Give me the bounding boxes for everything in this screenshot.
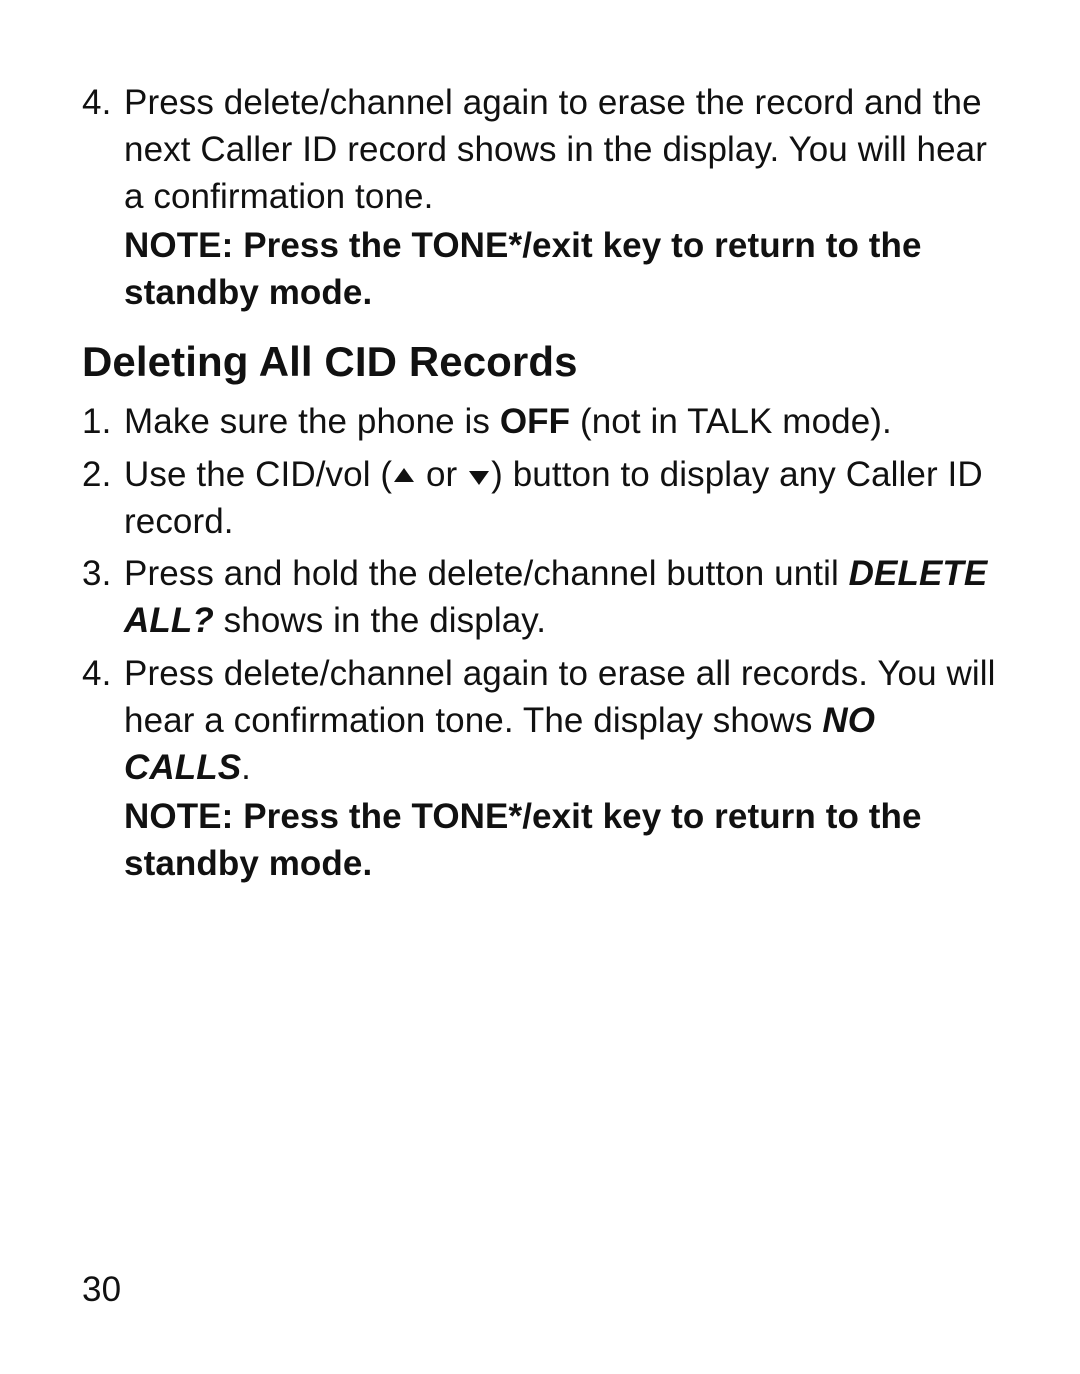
- list-number: 1.: [82, 399, 111, 446]
- step-text: Press delete/channel again to erase the …: [124, 83, 987, 216]
- page-number: 30: [82, 1267, 121, 1314]
- list-number: 4.: [82, 651, 111, 698]
- manual-page: 4. Press delete/channel again to erase t…: [0, 0, 1080, 1374]
- step-2: 2. Use the CID/vol ( or ) button to disp…: [82, 452, 1002, 546]
- step-text: Use the CID/vol ( or ) button to display…: [124, 455, 983, 541]
- note-text: NOTE: Press the TONE*/exit key to return…: [124, 223, 1002, 317]
- step-1: 1. Make sure the phone is OFF (not in TA…: [82, 399, 1002, 446]
- step-text: Press and hold the delete/channel button…: [124, 554, 987, 640]
- text-fragment: Make sure the phone is: [124, 402, 500, 441]
- previous-section-continuation: 4. Press delete/channel again to erase t…: [82, 80, 1002, 316]
- list-number: 2.: [82, 452, 111, 499]
- text-fragment: Use the CID/vol (: [124, 455, 392, 494]
- text-fragment: or: [416, 455, 467, 494]
- arrow-down-icon: [469, 471, 489, 485]
- section-heading: Deleting All CID Records: [82, 334, 1002, 390]
- list-number: 4.: [82, 80, 111, 127]
- text-fragment: Press and hold the delete/channel button…: [124, 554, 849, 593]
- step-3: 3. Press and hold the delete/channel but…: [82, 551, 1002, 645]
- steps-list: 1. Make sure the phone is OFF (not in TA…: [82, 399, 1002, 888]
- text-fragment: (not in TALK mode).: [570, 402, 892, 441]
- off-label: OFF: [500, 402, 570, 441]
- arrow-up-icon: [394, 468, 414, 482]
- note-text: NOTE: Press the TONE*/exit key to return…: [124, 794, 1002, 888]
- step-4: 4. Press delete/channel again to erase a…: [82, 651, 1002, 887]
- step-4-previous: 4. Press delete/channel again to erase t…: [82, 80, 1002, 316]
- step-text: Press delete/channel again to erase all …: [124, 654, 996, 787]
- text-fragment: .: [241, 748, 251, 787]
- list-number: 3.: [82, 551, 111, 598]
- step-text: Make sure the phone is OFF (not in TALK …: [124, 402, 892, 441]
- text-fragment: shows in the display.: [214, 601, 546, 640]
